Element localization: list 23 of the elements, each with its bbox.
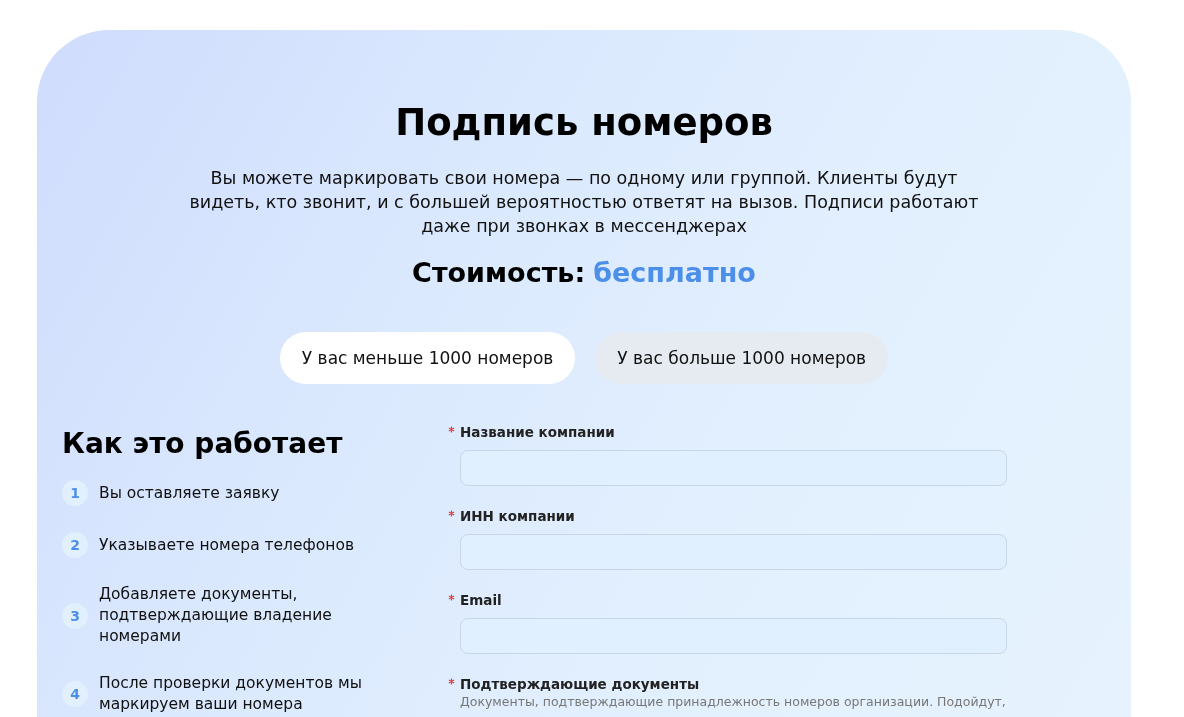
- field-label: Email: [460, 592, 502, 608]
- input-field[interactable]: [460, 534, 1007, 570]
- description-text: Вы можете маркировать свои номера — по одному или группой. Клиенты будут видеть, кто звонит, и с большей вероятностью ответят на вызов. Подписи работают даже при звонках в мессенджерах: [189, 167, 979, 238]
- tab[interactable]: У вас больше 1000 номеров: [595, 332, 889, 384]
- field-label: Название компании: [460, 424, 615, 440]
- step-number: 3: [62, 602, 88, 629]
- tab[interactable]: У вас меньше 1000 номеров: [279, 332, 576, 384]
- cost-label: Стоимость:: [412, 256, 586, 290]
- step-number: 1: [62, 480, 88, 506]
- field-description: Документы, подтверждающие принадлежность номеров организации. Подойдут,: [460, 694, 1007, 710]
- field-label: ИНН компании: [460, 508, 575, 524]
- cost-value: бесплатно: [593, 256, 756, 290]
- page-title: Подпись номеров: [394, 100, 774, 146]
- input-field[interactable]: [460, 450, 1007, 486]
- input-field[interactable]: [460, 618, 1007, 654]
- field-label: Подтверждающие документы: [460, 676, 700, 692]
- step-text: После проверки документов мы маркируем ваши номера: [99, 673, 363, 715]
- section-title: Как это работает: [62, 426, 344, 462]
- step-number: 2: [62, 532, 88, 558]
- step-text: Вы оставляете заявку: [99, 482, 281, 504]
- step-text: Указываете номера телефонов: [99, 534, 356, 556]
- step-text: Добавляете документы, подтверждающие владение номерами: [99, 584, 333, 647]
- step-number: 4: [62, 681, 88, 707]
